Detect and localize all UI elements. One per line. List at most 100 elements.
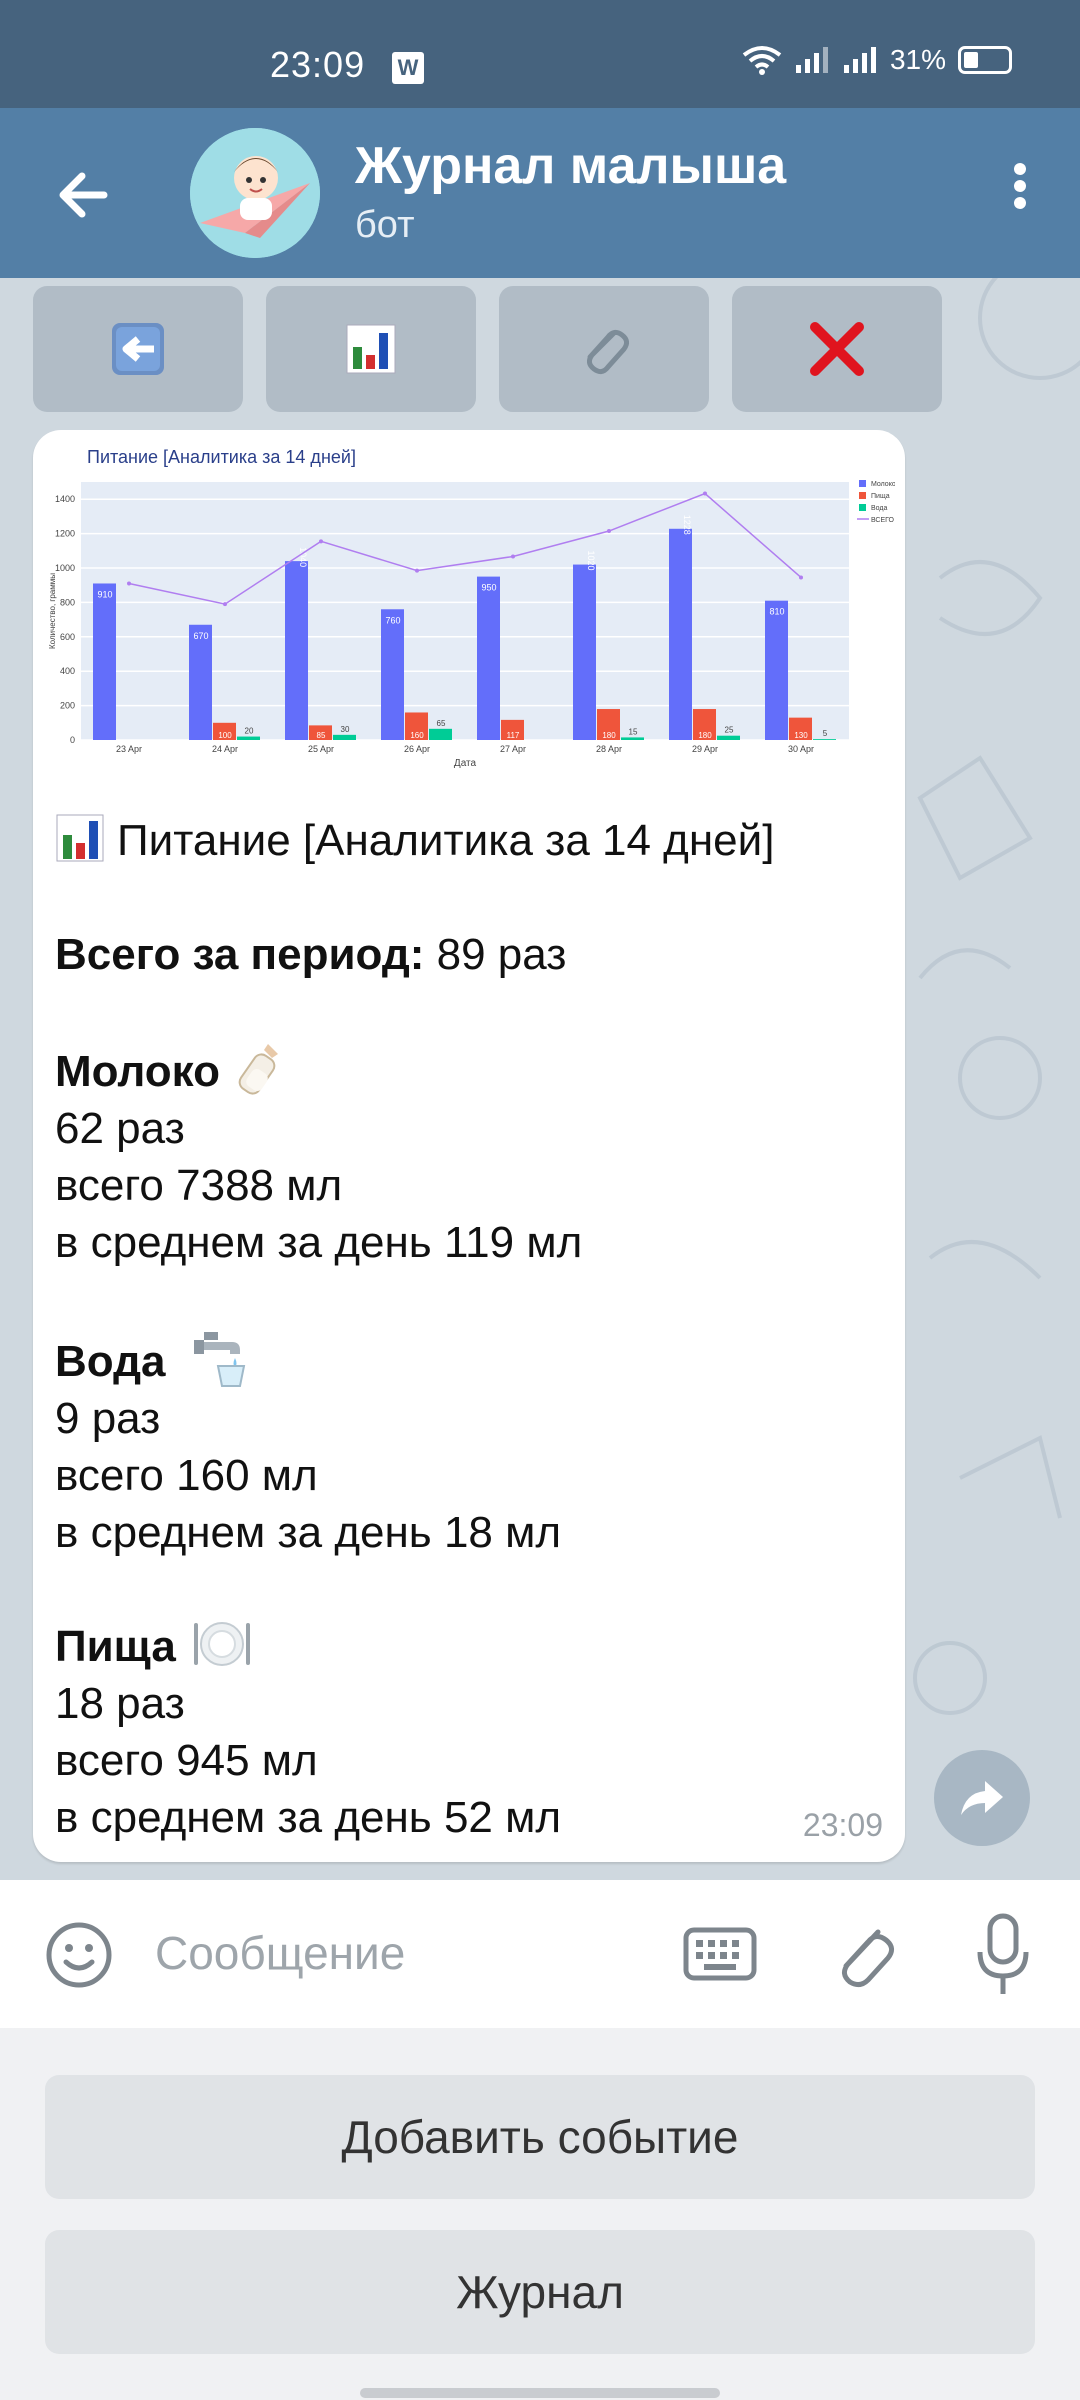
baby-bottle-icon bbox=[238, 1044, 279, 1095]
total-point bbox=[607, 529, 611, 534]
inline-back-button[interactable] bbox=[33, 286, 243, 412]
bar bbox=[477, 576, 500, 740]
message-text: Питание [Аналитика за 14 дней] Всего за … bbox=[55, 812, 895, 1846]
message-input-bar: Сообщение bbox=[0, 1880, 1080, 2028]
more-options-button[interactable] bbox=[990, 158, 1050, 228]
bar-label: 30 bbox=[341, 725, 350, 734]
bar bbox=[813, 739, 836, 740]
y-tick-label: 0 bbox=[70, 735, 75, 745]
inline-attach-button[interactable] bbox=[499, 286, 709, 412]
bar-label: 950 bbox=[481, 583, 496, 593]
x-tick-label: 26 Apr bbox=[404, 744, 430, 754]
microphone-icon bbox=[977, 1913, 1029, 1994]
message-bubble[interactable]: 0 200 400 600 800 1000 1200 1400 23 Apr 24 Apr 25 … bbox=[33, 430, 905, 1862]
total-label: Всего за период: bbox=[55, 930, 425, 979]
y-tick-label: 1200 bbox=[55, 529, 75, 539]
bar-label: 5 bbox=[823, 729, 828, 738]
wps-notification-icon: W bbox=[392, 52, 424, 84]
total-point bbox=[223, 602, 227, 607]
home-indicator[interactable] bbox=[360, 2388, 720, 2398]
back-button[interactable] bbox=[50, 160, 120, 230]
total-point bbox=[127, 581, 131, 586]
paperclip-icon bbox=[842, 1929, 894, 1988]
message-input[interactable]: Сообщение bbox=[155, 1918, 655, 1988]
status-indicators: 31% bbox=[742, 44, 1012, 76]
arrow-left-icon bbox=[59, 172, 108, 218]
y-tick-label: 400 bbox=[60, 666, 75, 676]
bar-label: 1020 bbox=[586, 551, 596, 571]
bar bbox=[717, 735, 740, 740]
total-point bbox=[319, 539, 323, 544]
keyboard-icon bbox=[683, 1927, 757, 1981]
y-axis-title: Количество, граммы bbox=[48, 573, 57, 649]
inline-close-button[interactable] bbox=[732, 286, 942, 412]
chat-header: Журнал малыша бот bbox=[0, 108, 1080, 278]
bar-label: 180 bbox=[602, 731, 616, 740]
share-arrow-icon bbox=[961, 1781, 1003, 1815]
bar bbox=[381, 609, 404, 740]
bar-chart-icon bbox=[346, 324, 396, 374]
water-average: в среднем за день 18 мл bbox=[55, 1508, 562, 1557]
legend-swatch bbox=[859, 480, 866, 487]
x-axis-title: Дата bbox=[454, 758, 477, 769]
food-total: всего 945 мл bbox=[55, 1736, 318, 1785]
bar-label: 670 bbox=[193, 631, 208, 641]
cross-icon bbox=[810, 322, 864, 376]
emoji-button[interactable] bbox=[44, 1920, 114, 1990]
x-tick-label: 25 Apr bbox=[308, 744, 334, 754]
total-value: 89 раз bbox=[424, 930, 567, 979]
faucet-icon bbox=[193, 1332, 245, 1387]
voice-message-button[interactable] bbox=[970, 1910, 1036, 2000]
x-tick-label: 23 Apr bbox=[116, 744, 142, 754]
bar-label: 1228 bbox=[682, 515, 692, 535]
journal-button[interactable]: Журнал bbox=[45, 2230, 1035, 2354]
plate-icon bbox=[194, 1622, 251, 1666]
bar bbox=[285, 561, 308, 740]
keyboard-toggle-button[interactable] bbox=[682, 1922, 758, 1986]
bar-label: 160 bbox=[410, 731, 424, 740]
total-line: Всего за период: 89 раз bbox=[55, 926, 895, 983]
chart-image[interactable]: 0 200 400 600 800 1000 1200 1400 23 Apr 24 Apr 25 … bbox=[43, 440, 896, 790]
attach-button[interactable] bbox=[828, 1914, 898, 1994]
smiley-icon bbox=[46, 1922, 112, 1988]
total-point bbox=[511, 554, 515, 559]
bar bbox=[765, 600, 788, 740]
legend-swatch bbox=[859, 504, 866, 511]
milk-title: Молоко bbox=[55, 1047, 220, 1096]
legend-label: Пища bbox=[871, 493, 890, 500]
battery-icon bbox=[958, 46, 1012, 74]
x-tick-label: 27 Apr bbox=[500, 744, 526, 754]
message-time: 23:09 bbox=[802, 1807, 883, 1843]
milk-header: Молоко bbox=[55, 1040, 895, 1100]
x-tick-label: 24 Apr bbox=[212, 744, 238, 754]
milk-average: в среднем за день 119 мл bbox=[55, 1218, 583, 1267]
status-time: 23:09 bbox=[270, 44, 366, 85]
inline-stats-button[interactable] bbox=[266, 286, 476, 412]
legend-label: Вода bbox=[871, 505, 887, 512]
bar bbox=[333, 734, 356, 740]
bar-label: 100 bbox=[218, 731, 232, 740]
signal-icon-2 bbox=[843, 47, 876, 73]
wifi-icon bbox=[742, 46, 782, 75]
chat-subtitle: бот bbox=[355, 204, 415, 246]
y-tick-label: 200 bbox=[60, 701, 75, 711]
milk-count: 62 раз bbox=[55, 1104, 185, 1153]
add-event-button[interactable]: Добавить событие bbox=[45, 2075, 1035, 2199]
chart-title: Питание [Аналитика за 14 дней] bbox=[87, 447, 356, 467]
y-tick-label: 600 bbox=[60, 632, 75, 642]
food-count: 18 раз bbox=[55, 1679, 185, 1728]
avatar[interactable] bbox=[190, 128, 320, 258]
more-dot bbox=[1014, 163, 1026, 175]
bar-label: 85 bbox=[317, 731, 326, 740]
reply-keyboard: Добавить событие Журнал bbox=[0, 2028, 1080, 2400]
milk-total: всего 7388 мл bbox=[55, 1161, 343, 1210]
food-average: в среднем за день 52 мл bbox=[55, 1793, 562, 1842]
total-point bbox=[415, 568, 419, 573]
bar-label: 810 bbox=[769, 607, 784, 617]
share-button[interactable] bbox=[934, 1750, 1030, 1846]
feeding-chart: 0 200 400 600 800 1000 1200 1400 23 Apr 24 Apr 25 … bbox=[48, 480, 896, 769]
water-title: Вода bbox=[55, 1337, 166, 1386]
y-tick-label: 1000 bbox=[55, 563, 75, 573]
chat-title[interactable]: Журнал малыша bbox=[355, 136, 786, 196]
legend-label: ВСЕГО bbox=[871, 517, 895, 524]
